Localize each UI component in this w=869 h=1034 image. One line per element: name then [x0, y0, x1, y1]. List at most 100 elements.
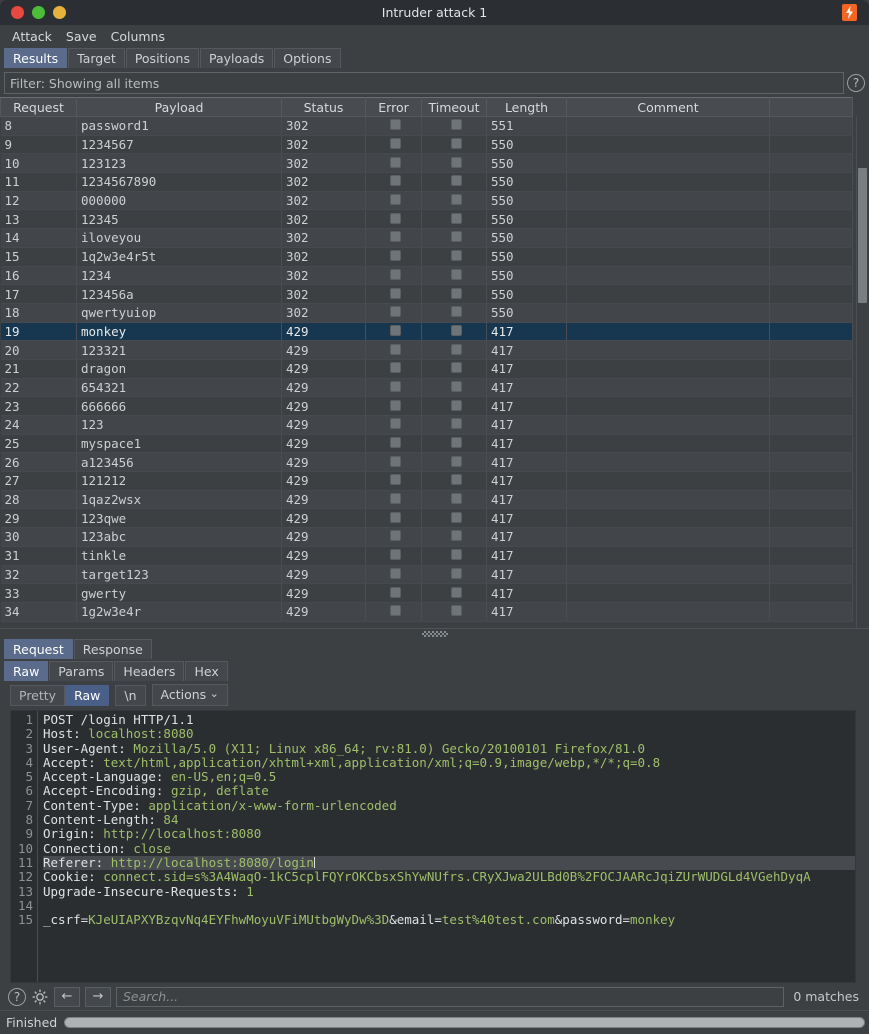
table-row[interactable]: 26 a123456 429 417: [0, 452, 853, 473]
minimize-window-icon[interactable]: [53, 6, 66, 19]
table-row[interactable]: 12 000000 302 550: [0, 191, 853, 211]
timeout-checkbox[interactable]: [450, 455, 462, 467]
error-checkbox[interactable]: [390, 250, 401, 262]
table-row[interactable]: 19 monkey 429 417: [0, 322, 853, 342]
column-header-length[interactable]: Length: [486, 97, 567, 117]
timeout-checkbox[interactable]: [450, 212, 462, 224]
error-checkbox[interactable]: [390, 362, 401, 374]
timeout-checkbox[interactable]: [450, 549, 462, 561]
filter-input[interactable]: Filter: Showing all items: [4, 72, 844, 94]
timeout-checkbox[interactable]: [450, 138, 462, 150]
timeout-checkbox[interactable]: [450, 605, 462, 617]
timeout-checkbox[interactable]: [450, 268, 462, 280]
editor-content[interactable]: POST /login HTTP/1.1 Host: localhost:8080…: [38, 711, 855, 982]
filter-help-icon[interactable]: ?: [847, 74, 865, 92]
table-row[interactable]: 25 myspace1 429 417: [0, 434, 853, 454]
close-window-icon[interactable]: [11, 6, 24, 19]
error-checkbox[interactable]: [390, 324, 401, 336]
table-row[interactable]: 24 123 429 417: [0, 415, 853, 435]
column-header-status[interactable]: Status: [281, 97, 366, 117]
column-header-timeout[interactable]: Timeout: [421, 97, 487, 117]
arrow-left-icon[interactable]: ←: [54, 986, 80, 1007]
table-row[interactable]: 13 12345 302 550: [0, 209, 853, 230]
raw-button[interactable]: Raw: [65, 684, 110, 706]
error-checkbox[interactable]: [390, 437, 401, 449]
timeout-checkbox[interactable]: [450, 194, 462, 206]
error-checkbox[interactable]: [390, 586, 401, 598]
timeout-checkbox[interactable]: [450, 530, 462, 542]
error-checkbox[interactable]: [390, 268, 401, 280]
menu-columns[interactable]: Columns: [104, 27, 172, 46]
search-help-icon[interactable]: ?: [8, 987, 26, 1006]
error-checkbox[interactable]: [390, 194, 401, 206]
error-checkbox[interactable]: [390, 175, 401, 187]
table-row[interactable]: 22 654321 429 417: [0, 378, 853, 398]
error-checkbox[interactable]: [390, 399, 401, 411]
tab-raw[interactable]: Raw: [4, 661, 49, 681]
timeout-checkbox[interactable]: [450, 474, 462, 486]
tab-request[interactable]: Request: [4, 639, 73, 659]
error-checkbox[interactable]: [390, 455, 401, 467]
timeout-checkbox[interactable]: [450, 175, 462, 187]
search-input[interactable]: Search...: [116, 986, 785, 1007]
splitter-grip-icon[interactable]: [421, 631, 448, 637]
timeout-checkbox[interactable]: [450, 231, 462, 243]
error-checkbox[interactable]: [390, 474, 401, 486]
error-checkbox[interactable]: [390, 549, 401, 561]
timeout-checkbox[interactable]: [450, 437, 462, 449]
table-row[interactable]: 14 iloveyou 302 550: [0, 228, 853, 248]
error-checkbox[interactable]: [390, 605, 401, 617]
error-checkbox[interactable]: [390, 418, 401, 430]
table-row[interactable]: 34 1g2w3e4r 429 417: [0, 602, 853, 622]
tab-positions[interactable]: Positions: [125, 48, 199, 68]
error-checkbox[interactable]: [390, 306, 401, 318]
table-row[interactable]: 33 gwerty 429 417: [0, 583, 853, 603]
column-header-error[interactable]: Error: [365, 97, 422, 117]
tab-options[interactable]: Options: [274, 48, 341, 68]
timeout-checkbox[interactable]: [450, 324, 462, 336]
table-row[interactable]: 23 666666 429 417: [0, 396, 853, 416]
pretty-button[interactable]: Pretty: [10, 684, 66, 706]
tab-response[interactable]: Response: [73, 639, 152, 659]
table-row[interactable]: 17 123456a 302 550: [0, 284, 853, 304]
error-checkbox[interactable]: [390, 530, 401, 542]
table-row[interactable]: 30 123abc 429 417: [0, 527, 853, 547]
table-row[interactable]: 8 password1 302 551: [0, 116, 853, 136]
actions-button[interactable]: Actions: [151, 684, 228, 706]
request-editor[interactable]: 1 2 3 4 5 6 7 8 9 10 11 12 13 14 15 POST /login HTTP/1…: [10, 710, 856, 983]
table-row[interactable]: 21 dragon 429 417: [0, 359, 853, 379]
tab-hex[interactable]: Hex: [185, 661, 228, 681]
column-header-payload[interactable]: Payload: [76, 97, 282, 117]
tab-results[interactable]: Results: [4, 48, 68, 68]
timeout-checkbox[interactable]: [450, 362, 462, 374]
gear-icon[interactable]: [31, 988, 49, 1006]
table-row[interactable]: 20 123321 429 417: [0, 340, 853, 360]
error-checkbox[interactable]: [390, 380, 401, 392]
column-header-request[interactable]: Request: [0, 97, 77, 117]
results-scrollbar-thumb[interactable]: [858, 168, 867, 303]
timeout-checkbox[interactable]: [450, 399, 462, 411]
table-row[interactable]: 11 1234567890 302 550: [0, 172, 853, 192]
error-checkbox[interactable]: [390, 287, 401, 299]
timeout-checkbox[interactable]: [450, 343, 462, 355]
timeout-checkbox[interactable]: [450, 156, 462, 168]
table-row[interactable]: 27 121212 429 417: [0, 471, 853, 491]
error-checkbox[interactable]: [390, 119, 401, 131]
timeout-checkbox[interactable]: [450, 418, 462, 430]
table-row[interactable]: 16 1234 302 550: [0, 266, 853, 286]
newline-button[interactable]: \n: [115, 684, 146, 706]
timeout-checkbox[interactable]: [450, 567, 462, 579]
timeout-checkbox[interactable]: [450, 287, 462, 299]
tab-target[interactable]: Target: [68, 48, 125, 68]
error-checkbox[interactable]: [390, 343, 401, 355]
arrow-right-icon[interactable]: →: [85, 986, 111, 1007]
timeout-checkbox[interactable]: [450, 586, 462, 598]
error-checkbox[interactable]: [390, 231, 401, 243]
timeout-checkbox[interactable]: [450, 380, 462, 392]
table-row[interactable]: 15 1q2w3e4r5t 302 550: [0, 247, 853, 267]
results-scrollbar-track[interactable]: [856, 116, 869, 628]
error-checkbox[interactable]: [390, 567, 401, 579]
tab-params[interactable]: Params: [49, 661, 114, 681]
timeout-checkbox[interactable]: [450, 250, 462, 262]
error-checkbox[interactable]: [390, 156, 401, 168]
